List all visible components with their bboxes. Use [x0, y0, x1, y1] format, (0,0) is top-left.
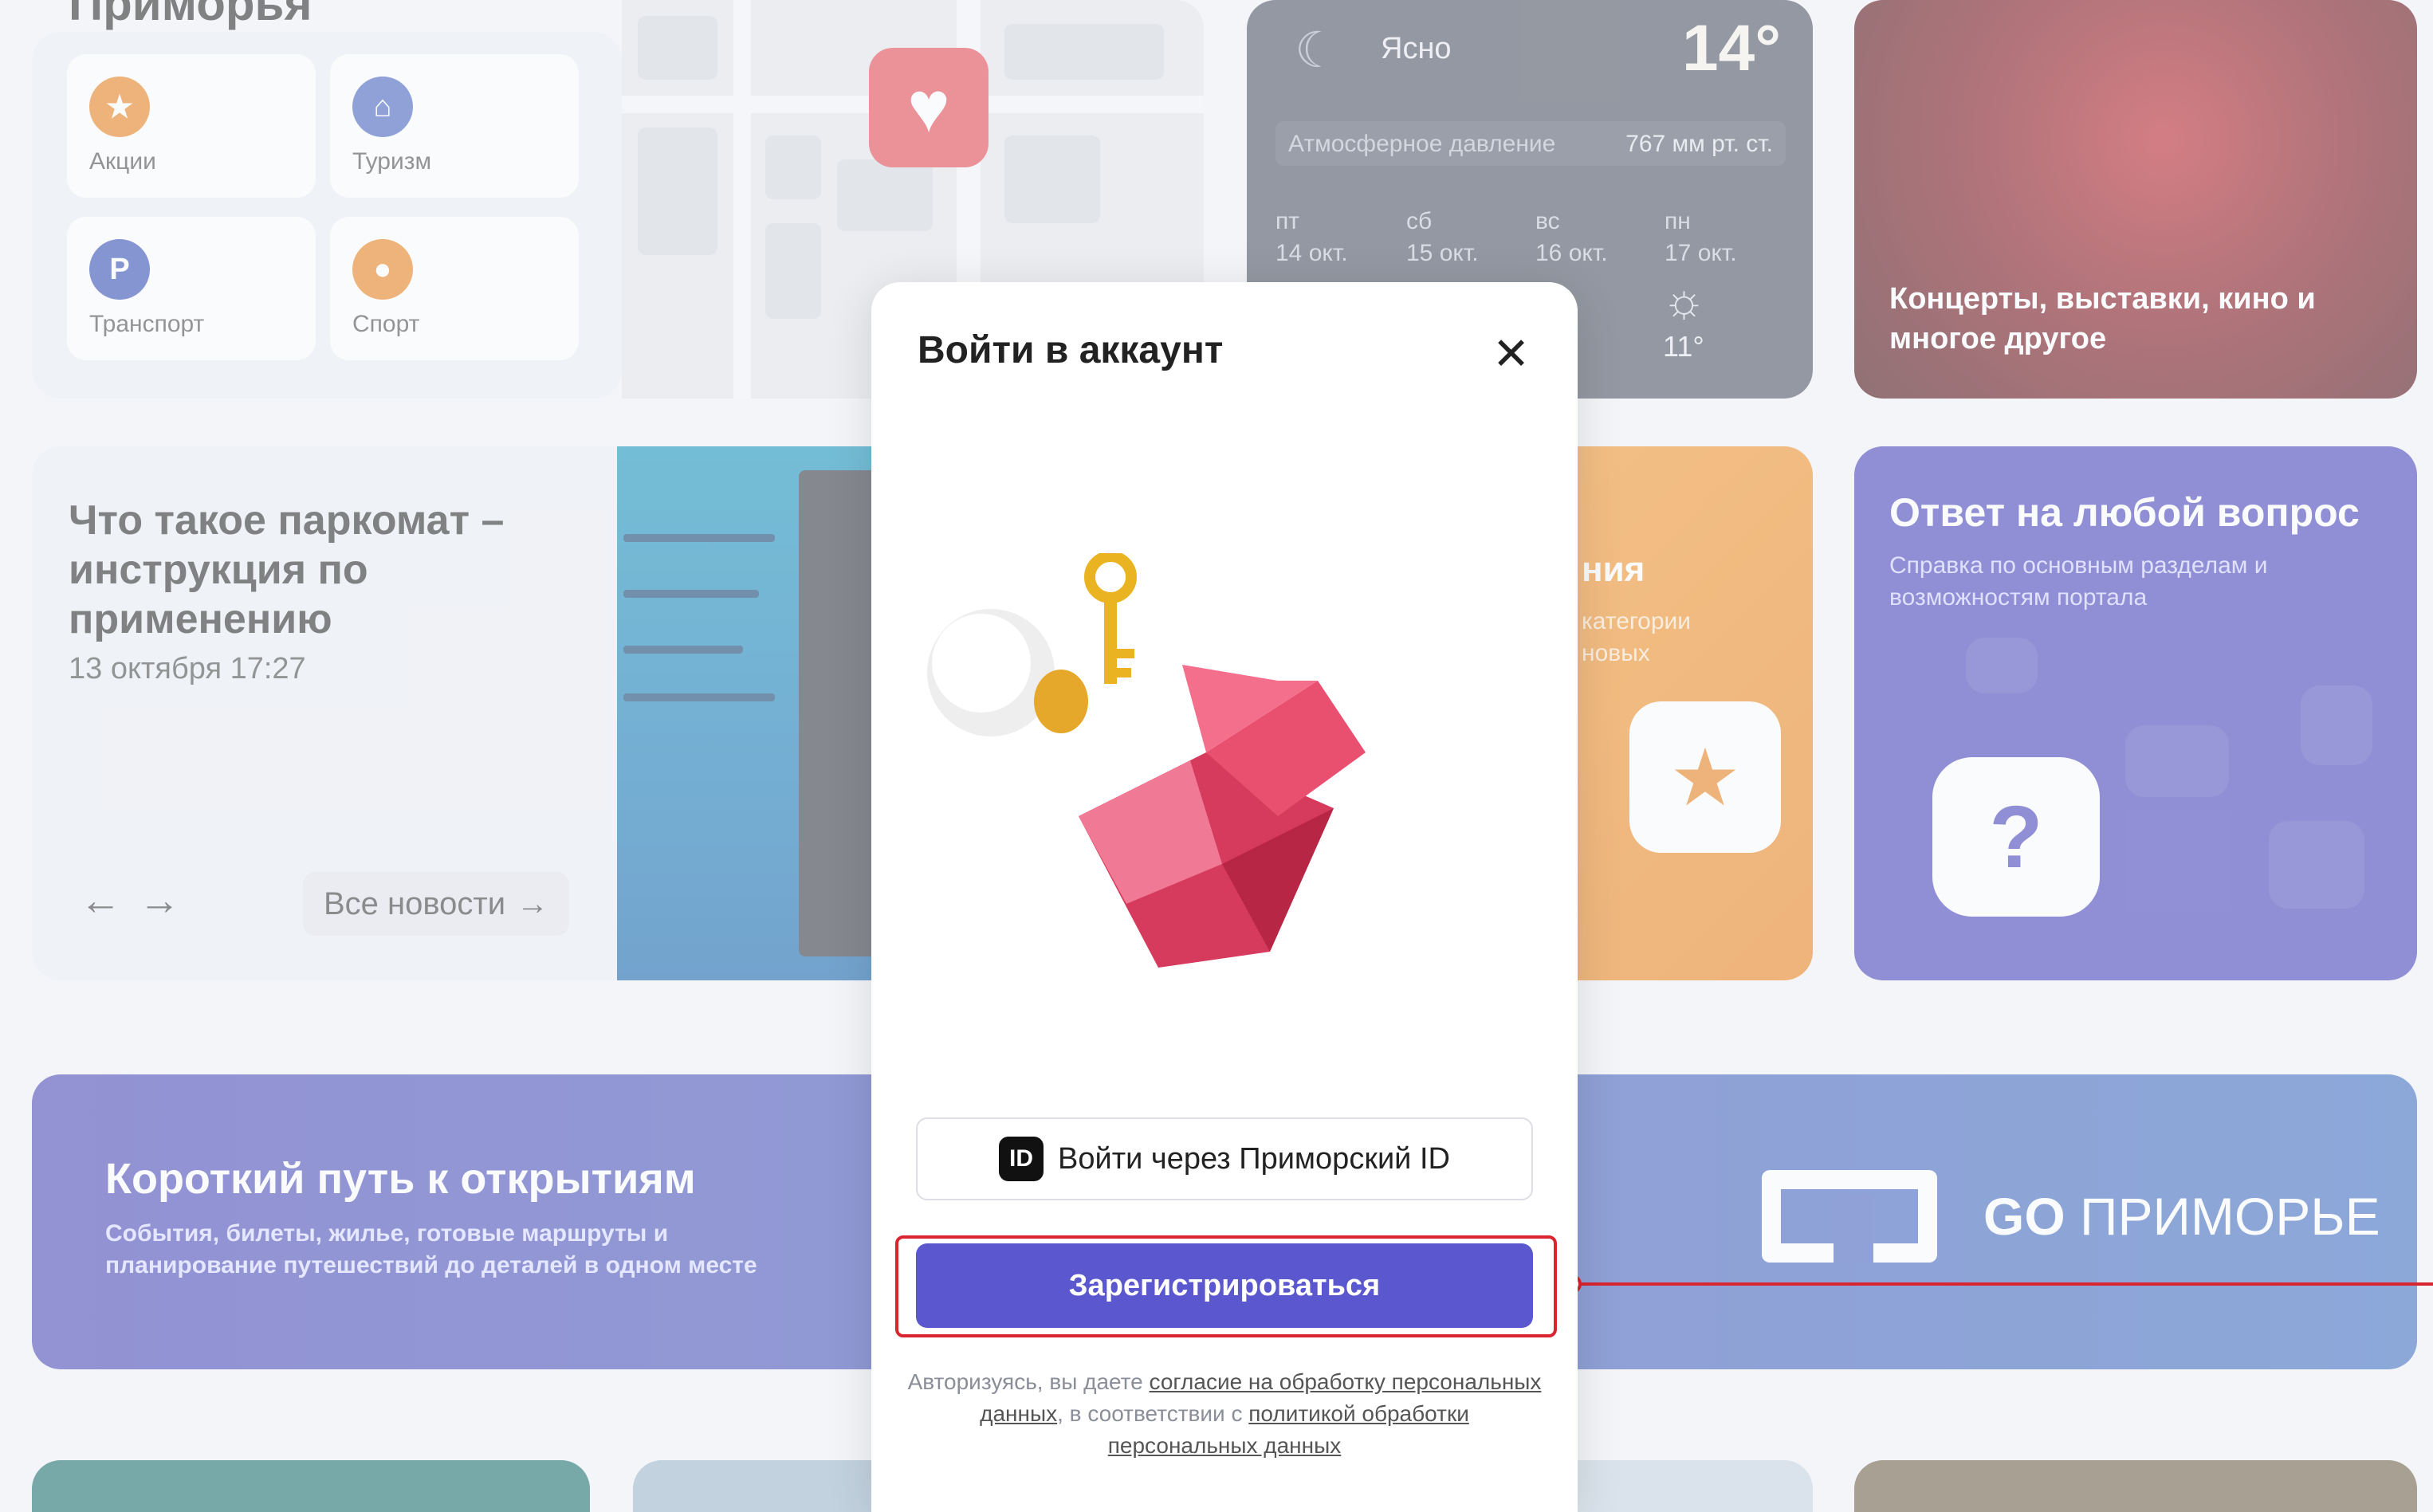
- id-icon: ID: [999, 1137, 1044, 1181]
- register-button[interactable]: Зарегистрироваться: [916, 1243, 1533, 1328]
- login-primorsky-id-button[interactable]: ID Войти через Приморский ID: [916, 1117, 1533, 1200]
- modal-title: Войти в аккаунт: [918, 329, 1224, 371]
- legal-notice: Авторизуясь, вы даете согласие на обрабо…: [907, 1369, 1542, 1458]
- annotation-line: [1572, 1282, 2433, 1286]
- login-modal: Войти в аккаунт ✕ ID Войти через Приморс…: [871, 282, 1578, 1512]
- close-icon[interactable]: ✕: [1492, 332, 1530, 376]
- gift-box-illustration: [927, 553, 1366, 968]
- login-primorsky-id-label: Войти через Приморский ID: [1058, 1141, 1450, 1176]
